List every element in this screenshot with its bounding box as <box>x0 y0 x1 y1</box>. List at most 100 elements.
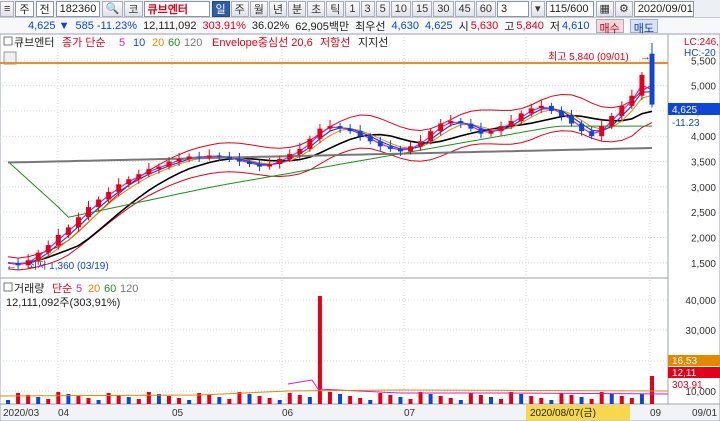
search-icon[interactable]: 🔍 <box>101 0 124 17</box>
volume-bar <box>247 394 252 404</box>
candle-body <box>226 156 232 159</box>
candle-body <box>55 234 61 246</box>
price-tick-label: 5,000 <box>691 82 716 93</box>
candle-body <box>176 159 182 162</box>
volume-bar <box>6 400 10 404</box>
hc-label: HC:-20 <box>684 48 716 59</box>
ma60-legend: 60 <box>168 37 180 49</box>
candle-body <box>86 207 91 218</box>
volume-ratio: 303.91% <box>202 19 246 32</box>
interval-15[interactable]: 15 <box>412 0 433 17</box>
volume-bar <box>619 396 624 404</box>
interval-60[interactable]: 60 <box>475 0 496 17</box>
stock-name[interactable]: 큐브엔터 <box>143 0 210 17</box>
interval-1[interactable]: 1 <box>345 0 360 17</box>
market-select[interactable]: 주 <box>15 0 34 17</box>
volume-bar <box>348 396 353 404</box>
volume-bar <box>116 395 121 404</box>
volume-bar <box>106 393 111 404</box>
tab-week[interactable]: 주 <box>230 0 249 17</box>
code-prefix[interactable]: 코 <box>124 0 143 17</box>
volume-bar <box>76 396 81 404</box>
candle-body <box>357 131 363 137</box>
price-tick-label: 2,500 <box>691 208 716 219</box>
candle-body <box>558 110 564 116</box>
candle-body <box>548 105 554 111</box>
volume-bar <box>549 400 554 404</box>
volume-bar <box>398 397 403 404</box>
date-tick-label: 05 <box>172 408 184 419</box>
tab-month[interactable]: 월 <box>249 0 268 17</box>
volume-bar <box>287 393 292 404</box>
candle-body <box>377 141 383 147</box>
volume-bar <box>187 400 192 404</box>
candle-body <box>196 156 202 158</box>
candle-body <box>629 95 635 106</box>
turnover-value: 36.02% <box>251 19 290 32</box>
grid-icon[interactable]: ▦ <box>595 0 614 17</box>
candle-body <box>468 123 474 129</box>
candle-body <box>337 126 343 129</box>
tab-second[interactable]: 초 <box>307 0 326 17</box>
resistance-legend: 저항선 <box>320 36 350 49</box>
candle-body <box>25 260 31 266</box>
candle-body <box>518 113 524 122</box>
vol-badge-1-label: 16,53 <box>672 356 697 367</box>
low-label: 저 <box>549 20 560 33</box>
price-tick-label: 3,000 <box>691 183 716 194</box>
interval-select[interactable]: 3 <box>497 0 529 17</box>
date-tick-label: 09/01 <box>692 408 717 419</box>
interval-3[interactable]: 3 <box>360 0 375 17</box>
candle-body <box>45 245 51 253</box>
gear-icon[interactable]: ⚙ <box>614 0 633 17</box>
volume-bar <box>237 392 242 404</box>
interval-30[interactable]: 30 <box>433 0 454 17</box>
volume-bar <box>529 396 534 404</box>
volume-bar <box>569 395 574 404</box>
candle-body <box>247 161 252 165</box>
volume-bar <box>509 392 514 404</box>
volume-bar <box>338 394 343 404</box>
volume-bar <box>589 399 594 404</box>
volume-bar <box>609 394 614 404</box>
volume-bar <box>136 399 141 404</box>
current-price: 4,625 ▼ <box>28 19 70 32</box>
high-note: 최고 5,840 (09/01) <box>548 51 629 63</box>
volume-tick-label: 30,000 <box>685 326 716 337</box>
stock-chart[interactable]: 5,5005,0004,5004,0003,5003,0002,5002,000… <box>0 34 720 421</box>
count-field[interactable]: 115/600 <box>545 0 594 17</box>
stock-code-input[interactable]: 182360 <box>55 0 100 17</box>
volume-bar <box>177 398 182 404</box>
menu-icon[interactable]: ≡ <box>0 0 15 17</box>
volume-bar <box>388 395 393 404</box>
ma20-legend: 20 <box>152 37 164 49</box>
chevron-down-icon[interactable]: ▾ <box>531 0 545 17</box>
interval-45[interactable]: 45 <box>454 0 475 17</box>
volume-bar <box>458 400 463 404</box>
candle-body <box>287 153 293 159</box>
candle-body <box>488 131 494 134</box>
tab-day[interactable]: 일 <box>211 0 230 17</box>
interval-5[interactable]: 5 <box>375 0 390 17</box>
buy-button[interactable]: 매수 <box>595 18 624 35</box>
candle-body <box>317 128 323 139</box>
tab-tick[interactable]: 틱 <box>326 0 345 17</box>
volume-bar <box>499 399 504 404</box>
high-label: 고 <box>504 20 515 33</box>
volume-bar <box>489 397 493 404</box>
candle-body <box>307 138 313 149</box>
period-select[interactable]: 전 <box>35 0 54 17</box>
date-field[interactable]: 2020/09/01 <box>633 0 694 17</box>
volume-bar <box>207 395 212 404</box>
tab-year[interactable]: 년 <box>268 0 287 17</box>
volume-bar <box>418 392 423 404</box>
candle-body <box>297 148 303 154</box>
sell-button[interactable]: 매도 <box>629 18 659 35</box>
price-tick-label: 4,000 <box>691 132 716 143</box>
ma-legend-prefix: 종가 단순 <box>62 36 106 49</box>
candle-body <box>538 105 544 109</box>
volume-bar <box>126 397 131 404</box>
interval-10[interactable]: 10 <box>390 0 411 17</box>
lc-label: LC:246, <box>684 37 719 48</box>
tab-minute[interactable]: 분 <box>288 0 307 17</box>
